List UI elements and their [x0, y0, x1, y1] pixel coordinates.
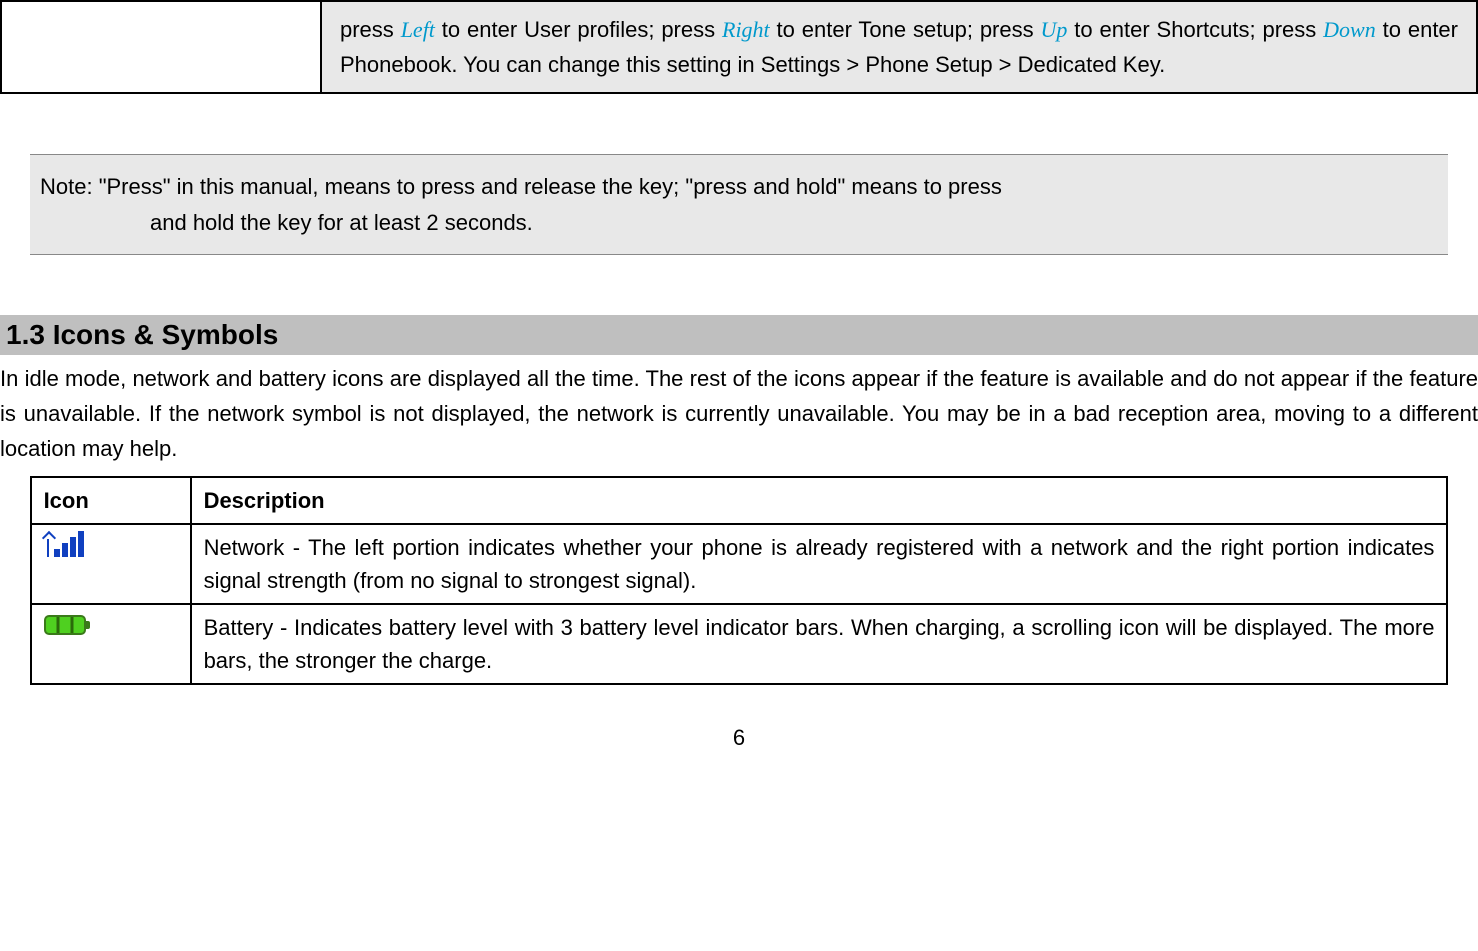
nav-key-table: press Left to enter User profiles; press… — [0, 0, 1478, 94]
note-box: Note: "Press" in this manual, means to p… — [30, 154, 1448, 254]
section-heading: 1.3 Icons & Symbols — [0, 315, 1478, 355]
desc-header: Description — [191, 477, 1448, 524]
section-body: In idle mode, network and battery icons … — [0, 361, 1478, 467]
desc-cell: Battery - Indicates battery level with 3… — [191, 604, 1448, 684]
desc-cell: Network - The left portion indicates whe… — [191, 524, 1448, 604]
note-line1: Note: "Press" in this manual, means to p… — [40, 174, 1002, 199]
icon-cell — [31, 604, 191, 684]
icon-cell — [31, 524, 191, 604]
page-number: 6 — [0, 725, 1478, 751]
text: to enter User profiles; press — [435, 17, 722, 42]
table-row: Battery - Indicates battery level with 3… — [31, 604, 1448, 684]
signal-icon — [44, 531, 84, 557]
icon-header: Icon — [31, 477, 191, 524]
battery-icon — [44, 615, 86, 635]
table-row: Network - The left portion indicates whe… — [31, 524, 1448, 604]
key-left: Left — [401, 17, 435, 42]
icons-table: Icon Description Network - The left port… — [30, 476, 1449, 685]
key-right: Right — [722, 17, 770, 42]
nav-key-left-cell — [1, 1, 321, 93]
key-down: Down — [1323, 17, 1376, 42]
text: to enter Shortcuts; press — [1067, 17, 1323, 42]
key-up: Up — [1041, 17, 1068, 42]
text: to enter Tone setup; press — [770, 17, 1041, 42]
note-line2: and hold the key for at least 2 seconds. — [40, 205, 1438, 240]
text: press — [340, 17, 401, 42]
nav-key-right-cell: press Left to enter User profiles; press… — [321, 1, 1477, 93]
